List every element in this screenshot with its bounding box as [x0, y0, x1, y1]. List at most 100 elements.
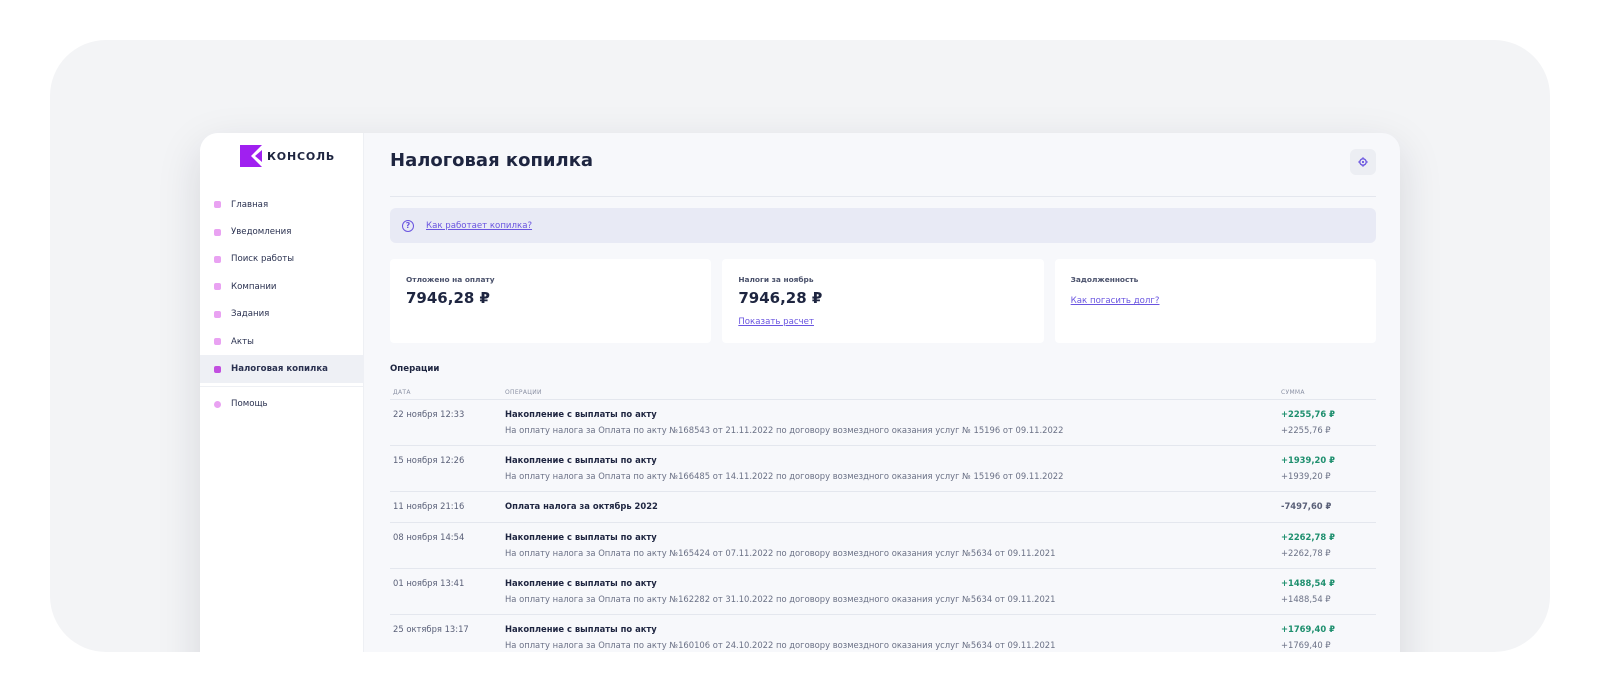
document-icon	[214, 338, 221, 346]
sidebar: КОНСОЛЬ Главная Уведомления Поиск работы	[200, 133, 364, 652]
row-sum: +1488,54 ₽ +1488,54 ₽	[1281, 578, 1376, 614]
sidebar-item-tax-piggy-bank[interactable]: Налоговая копилка	[200, 355, 364, 383]
sidebar-item-job-search[interactable]: Поиск работы	[200, 246, 364, 273]
table-header: ДАТА ОПЕРАЦИИ СУММА	[390, 385, 1376, 400]
tasks-icon	[214, 310, 221, 318]
row-sum: +1769,40 ₽ +1769,40 ₽	[1281, 624, 1376, 652]
column-date: ДАТА	[393, 388, 411, 396]
row-amount-secondary: +1939,20 ₽	[1281, 471, 1331, 481]
row-amount-secondary: +1488,54 ₽	[1281, 594, 1331, 604]
row-operation: Накопление с выплаты по акту На оплату н…	[505, 455, 1281, 491]
row-amount-secondary: +2255,76 ₽	[1281, 425, 1331, 435]
row-amount: +1488,54 ₽	[1281, 578, 1335, 588]
sidebar-item-label: Главная	[231, 199, 269, 210]
operations-title: Операции	[390, 364, 440, 374]
row-title: Накопление с выплаты по акту	[505, 578, 657, 588]
card-label: Задолженность	[1070, 275, 1139, 284]
summary-cards: Отложено на оплату 7946,28 ₽ Налоги за н…	[390, 259, 1376, 343]
row-title: Накопление с выплаты по акту	[505, 409, 657, 419]
card-taxes-month: Налоги за ноябрь 7946,28 ₽ Показать расч…	[722, 259, 1044, 343]
building-icon	[214, 283, 221, 291]
table-row[interactable]: 22 ноября 12:33 Накопление с выплаты по …	[390, 400, 1376, 446]
row-amount-secondary: +2262,78 ₽	[1281, 548, 1331, 558]
sidebar-divider	[200, 385, 364, 387]
card-debt: Задолженность Как погасить долг?	[1054, 259, 1376, 343]
sidebar-item-label: Акты	[231, 336, 254, 347]
card-value: 7946,28 ₽	[738, 289, 823, 307]
gear-icon	[1358, 157, 1368, 167]
row-description: На оплату налога за Оплата по акту №1601…	[505, 640, 1056, 650]
row-operation: Накопление с выплаты по акту На оплату н…	[505, 578, 1281, 614]
piggy-bank-icon	[214, 365, 221, 373]
table-row[interactable]: 08 ноября 14:54 Накопление с выплаты по …	[390, 523, 1376, 569]
sidebar-item-label: Задания	[231, 309, 270, 320]
row-operation: Накопление с выплаты по акту На оплату н…	[505, 409, 1281, 445]
row-sum: +2262,78 ₽ +2262,78 ₽	[1281, 532, 1376, 568]
sidebar-item-label: Компании	[231, 281, 277, 292]
show-calculation-link[interactable]: Показать расчет	[738, 317, 814, 327]
row-description: На оплату налога за Оплата по акту №1664…	[505, 471, 1064, 481]
sidebar-nav: Главная Уведомления Поиск работы Компани…	[200, 191, 364, 418]
row-amount-secondary: +1769,40 ₽	[1281, 640, 1331, 650]
table-row[interactable]: 11 ноября 21:16 Оплата налога за октябрь…	[390, 492, 1376, 523]
pay-debt-link[interactable]: Как погасить долг?	[1071, 296, 1160, 306]
row-amount: +2262,78 ₽	[1281, 532, 1335, 542]
sidebar-item-notifications[interactable]: Уведомления	[200, 218, 364, 245]
row-amount: +1769,40 ₽	[1281, 624, 1335, 634]
row-date: 11 ноября 21:16	[393, 501, 465, 511]
row-title: Оплата налога за октябрь 2022	[505, 501, 658, 511]
row-date: 15 ноября 12:26	[393, 455, 465, 465]
sidebar-item-label: Поиск работы	[231, 254, 295, 265]
row-date: 22 ноября 12:33	[393, 409, 465, 419]
row-title: Накопление с выплаты по акту	[505, 455, 657, 465]
app-window: КОНСОЛЬ Главная Уведомления Поиск работы	[200, 133, 1400, 652]
bell-icon	[214, 228, 221, 236]
sidebar-item-tasks[interactable]: Задания	[200, 301, 364, 328]
row-amount: -7497,60 ₽	[1281, 501, 1332, 511]
info-banner: ? Как работает копилка?	[390, 208, 1376, 243]
page-title: Налоговая копилка	[390, 150, 594, 171]
row-sum: +1939,20 ₽ +1939,20 ₽	[1281, 455, 1376, 491]
question-icon: ?	[402, 219, 414, 232]
table-row[interactable]: 25 октября 13:17 Накопление с выплаты по…	[390, 615, 1376, 652]
sidebar-item-label: Помощь	[231, 399, 268, 410]
sidebar-item-companies[interactable]: Компании	[200, 273, 364, 300]
card-value: 7946,28 ₽	[406, 289, 490, 307]
row-operation: Накопление с выплаты по акту На оплату н…	[505, 624, 1281, 652]
row-description: На оплату налога за Оплата по акту №1685…	[505, 425, 1064, 435]
sidebar-item-acts[interactable]: Акты	[200, 328, 364, 355]
screenshot-frame: КОНСОЛЬ Главная Уведомления Поиск работы	[50, 40, 1550, 652]
sidebar-item-help[interactable]: Помощь	[200, 391, 364, 418]
how-it-works-link[interactable]: Как работает копилка?	[426, 221, 532, 231]
row-date: 08 ноября 14:54	[393, 532, 465, 542]
card-label: Налоги за ноябрь	[738, 275, 814, 284]
row-description: На оплату налога за Оплата по акту №1622…	[505, 594, 1056, 604]
row-title: Накопление с выплаты по акту	[505, 624, 657, 634]
card-reserved: Отложено на оплату 7946,28 ₽	[390, 259, 712, 343]
help-icon	[214, 400, 221, 408]
row-date: 01 ноября 13:41	[393, 578, 465, 588]
brand-logo[interactable]: КОНСОЛЬ	[240, 145, 335, 167]
main-content: Налоговая копилка ? Как работает копилка…	[364, 133, 1400, 652]
row-operation: Накопление с выплаты по акту На оплату н…	[505, 532, 1281, 568]
operations-table: ДАТА ОПЕРАЦИИ СУММА 22 ноября 12:33 Нако…	[390, 385, 1376, 652]
settings-button[interactable]	[1350, 149, 1376, 175]
row-title: Накопление с выплаты по акту	[505, 532, 657, 542]
sidebar-item-label: Налоговая копилка	[231, 364, 328, 375]
logo-icon	[240, 145, 262, 167]
column-operation: ОПЕРАЦИИ	[505, 388, 542, 396]
sidebar-item-home[interactable]: Главная	[200, 191, 364, 218]
table-row[interactable]: 01 ноября 13:41 Накопление с выплаты по …	[390, 569, 1376, 615]
column-sum: СУММА	[1281, 388, 1305, 396]
row-date: 25 октября 13:17	[393, 624, 469, 634]
row-description: На оплату налога за Оплата по акту №1654…	[505, 548, 1056, 558]
row-sum: -7497,60 ₽	[1281, 501, 1376, 522]
brand-name: КОНСОЛЬ	[267, 149, 336, 163]
search-icon	[214, 255, 221, 263]
home-icon	[214, 201, 221, 209]
row-sum: +2255,76 ₽ +2255,76 ₽	[1281, 409, 1376, 445]
sidebar-item-label: Уведомления	[231, 227, 292, 238]
table-row[interactable]: 15 ноября 12:26 Накопление с выплаты по …	[390, 446, 1376, 492]
card-label: Отложено на оплату	[406, 275, 495, 284]
row-amount: +1939,20 ₽	[1281, 455, 1335, 465]
